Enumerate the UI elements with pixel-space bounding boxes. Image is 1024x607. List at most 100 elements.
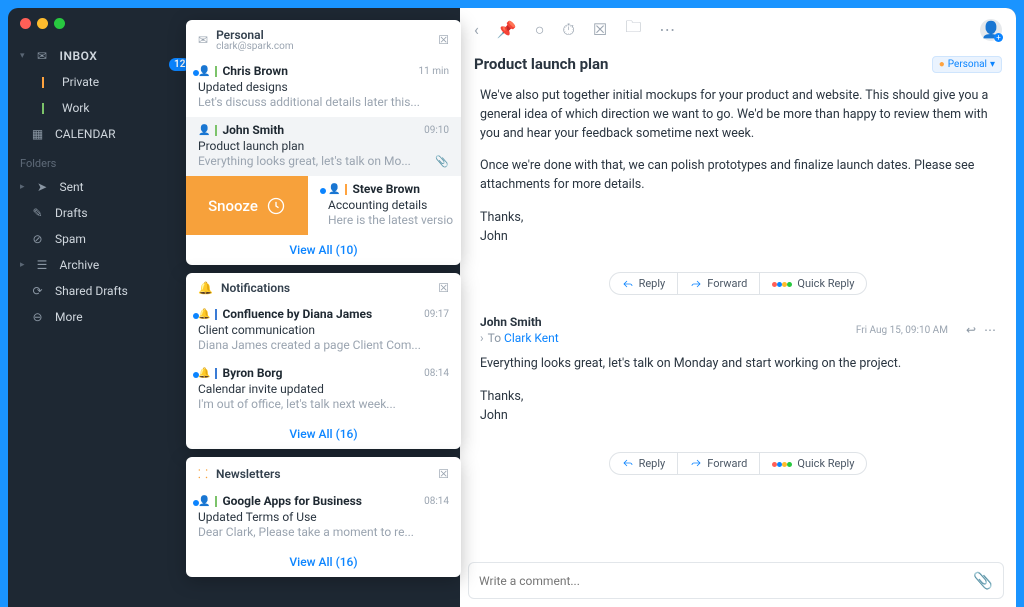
folder-color-icon [215, 66, 217, 77]
more-icon[interactable]: ⋯ [984, 323, 996, 337]
clock-icon [266, 196, 286, 216]
archive-icon[interactable]: ☒ [438, 467, 449, 481]
section-newsletters: ⸬Newsletters☒ 👤Google Apps for Business0… [186, 457, 461, 577]
folder-color-icon [215, 496, 217, 507]
nav-calendar[interactable]: ▦CALENDAR [8, 121, 186, 147]
mail-icon: ✉ [198, 33, 208, 47]
folder-color-icon [42, 103, 44, 114]
action-bar: Reply Forward Quick Reply [460, 444, 1016, 489]
nav-shared-drafts[interactable]: ⟳Shared Drafts [8, 278, 186, 304]
quick-reply-button[interactable]: Quick Reply [759, 272, 867, 295]
message-list: ✉ Personalclark@spark.com ☒ 👤Chris Brown… [186, 20, 461, 577]
person-icon: 👤 [198, 125, 210, 136]
shared-icon: ⟳ [30, 284, 45, 298]
back-icon[interactable]: ‹ [474, 20, 479, 39]
list-item[interactable]: 👤Chris Brown11 min Updated designs Let's… [186, 58, 461, 117]
bell-icon: 🔔 [198, 281, 213, 295]
nav-sent[interactable]: ▸➤Sent [8, 174, 186, 200]
unread-icon[interactable]: ○ [535, 20, 545, 40]
unread-dot-icon [193, 500, 199, 506]
more-icon: ⊖ [30, 310, 45, 324]
nav-work[interactable]: Work [8, 95, 186, 121]
forward-button[interactable]: Forward [678, 272, 759, 295]
chevron-right-icon: ▸ [20, 182, 25, 192]
email-body: We've also put together initial mockups … [460, 83, 1016, 264]
avatar[interactable]: 👤 [980, 19, 1002, 41]
person-icon: 👤 [198, 496, 210, 507]
folder-color-icon [215, 309, 217, 320]
comment-box[interactable]: 📎 [468, 562, 1004, 599]
bell-icon: 🔔 [198, 368, 210, 379]
reply-button[interactable]: Reply [609, 272, 679, 295]
snooze-icon[interactable]: ⏱ [562, 20, 574, 40]
reply-icon [622, 278, 634, 290]
reply-icon[interactable]: ↩ [966, 323, 976, 337]
nav-archive[interactable]: ▸☰Archive [8, 252, 186, 278]
comment-input[interactable] [479, 574, 973, 588]
folder-color-icon [42, 77, 44, 88]
folder-icon[interactable]: 🗀 [625, 16, 641, 43]
attachment-icon: 📎 [435, 155, 449, 168]
message-subject: Updated designs [198, 80, 449, 94]
list-item[interactable]: 🔔Confluence by Diana James09:17 Client c… [186, 301, 461, 360]
close-dot[interactable] [20, 18, 31, 29]
inbox-icon: ✉ [35, 49, 50, 63]
reply-icon [622, 457, 634, 469]
archive-icon: ☰ [35, 258, 50, 272]
nav-inbox[interactable]: ▾✉INBOX [8, 43, 186, 69]
drafts-icon: ✎ [30, 206, 45, 220]
sidebar: ▾✉INBOX 12 Private Work ▦CALENDAR Folder… [8, 8, 186, 607]
folder-tag[interactable]: ●Personal▾ [932, 56, 1002, 73]
unread-dot-icon [193, 372, 199, 378]
forward-button[interactable]: Forward [678, 452, 759, 475]
unread-dot-icon [193, 70, 199, 76]
email-title: Product launch plan [474, 55, 932, 73]
quick-reply-button[interactable]: Quick Reply [759, 452, 867, 475]
quick-reply-icon [772, 457, 792, 470]
chevron-down-icon: ▾ [990, 59, 995, 70]
attachment-icon[interactable]: 📎 [973, 571, 993, 590]
sent-icon: ➤ [35, 180, 50, 194]
archive-icon[interactable]: ☒ [593, 20, 607, 39]
nav-drafts[interactable]: ✎Drafts [8, 200, 186, 226]
max-dot[interactable] [54, 18, 65, 29]
snooze-button[interactable]: Snooze [186, 176, 308, 235]
min-dot[interactable] [37, 18, 48, 29]
folder-color-icon [215, 368, 217, 379]
folder-color-icon [345, 184, 347, 195]
nav-private[interactable]: Private [8, 69, 186, 95]
folders-header: Folders [8, 147, 186, 174]
list-item[interactable]: 🔔Byron Borg08:14 Calendar invite updated… [186, 360, 461, 419]
view-all-link[interactable]: View All (10) [186, 235, 461, 265]
message-preview: Let's discuss additional details later t… [198, 95, 449, 109]
list-item[interactable]: 👤Google Apps for Business08:14 Updated T… [186, 488, 461, 547]
section-personal: ✉ Personalclark@spark.com ☒ 👤Chris Brown… [186, 20, 461, 265]
unread-dot-icon [320, 188, 326, 194]
forward-icon [690, 278, 702, 290]
nav-more[interactable]: ⊖More [8, 304, 186, 330]
thread-date: Fri Aug 15, 09:10 AM [856, 325, 948, 336]
person-icon: 👤 [198, 66, 210, 77]
pin-icon[interactable]: 📌 [497, 20, 517, 39]
nav-spam[interactable]: ⊘Spam [8, 226, 186, 252]
chevron-down-icon: ▾ [20, 51, 25, 61]
view-all-link[interactable]: View All (16) [186, 547, 461, 577]
rss-icon: ⸬ [198, 465, 208, 482]
list-item[interactable]: 👤John Smith09:10 Product launch plan Eve… [186, 117, 461, 176]
archive-icon[interactable]: ☒ [438, 281, 449, 295]
view-all-link[interactable]: View All (16) [186, 419, 461, 449]
forward-icon [690, 457, 702, 469]
chevron-right-icon[interactable]: › [480, 331, 484, 345]
bell-icon: 🔔 [198, 309, 210, 320]
archive-icon[interactable]: ☒ [438, 33, 449, 47]
reading-pane: ‹ 📌 ○ ⏱ ☒ 🗀 ⋯ 👤 Product launch plan ●Per… [460, 8, 1016, 607]
reply-button[interactable]: Reply [609, 452, 679, 475]
recipient-link[interactable]: Clark Kent [504, 331, 559, 345]
unread-dot-icon [193, 313, 199, 319]
list-item-snooze[interactable]: Snooze 👤Steve Brown Accounting details H… [186, 176, 461, 235]
action-bar: Reply Forward Quick Reply [460, 264, 1016, 309]
more-icon[interactable]: ⋯ [659, 20, 675, 39]
section-notifications: 🔔Notifications☒ 🔔Confluence by Diana Jam… [186, 273, 461, 449]
thread-sender: John Smith [480, 315, 559, 329]
section-email: clark@spark.com [216, 41, 430, 52]
